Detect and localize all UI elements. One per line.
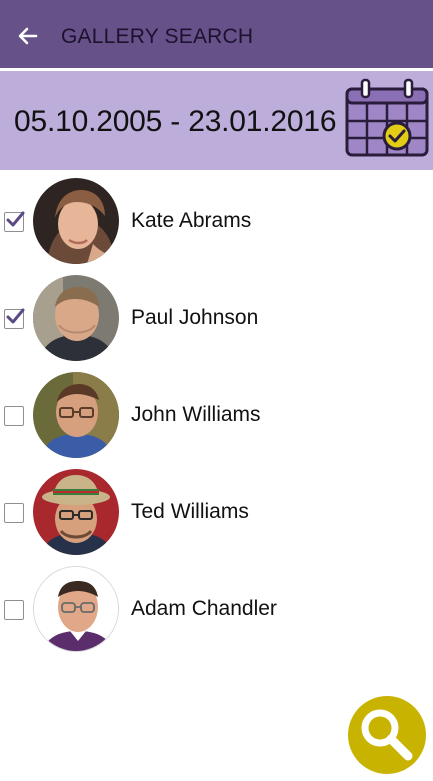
person-name[interactable]: Ted Williams (131, 500, 249, 524)
checkbox-unchecked[interactable] (4, 406, 24, 426)
page-title: GALLERY SEARCH (61, 25, 254, 48)
calendar-icon[interactable] (344, 77, 430, 159)
checkbox-checked[interactable] (4, 211, 25, 232)
avatar[interactable] (33, 566, 119, 652)
checkbox-unchecked[interactable] (4, 503, 24, 523)
avatar[interactable] (33, 372, 119, 458)
person-name[interactable]: John Williams (131, 403, 261, 427)
back-arrow-icon[interactable] (16, 24, 40, 48)
list-item[interactable]: Paul Johnson (0, 269, 433, 366)
checkbox-checked[interactable] (4, 308, 25, 329)
people-list: Kate Abrams Paul Johnson John Williams T… (0, 172, 433, 657)
list-item[interactable]: Adam Chandler (0, 560, 433, 657)
avatar[interactable] (33, 178, 119, 264)
date-range-bar: 05.10.2005 - 23.01.2016 (0, 71, 433, 170)
magnifier-icon (361, 709, 413, 761)
date-range-text[interactable]: 05.10.2005 - 23.01.2016 (14, 105, 337, 139)
list-item[interactable]: John Williams (0, 366, 433, 463)
person-name[interactable]: Paul Johnson (131, 306, 258, 330)
app-bar: GALLERY SEARCH (0, 0, 433, 68)
person-name[interactable]: Kate Abrams (131, 209, 251, 233)
search-button[interactable] (348, 696, 426, 774)
person-name[interactable]: Adam Chandler (131, 597, 277, 621)
avatar[interactable] (33, 275, 119, 361)
checkbox-unchecked[interactable] (4, 600, 24, 620)
list-item[interactable]: Ted Williams (0, 463, 433, 560)
list-item[interactable]: Kate Abrams (0, 172, 433, 269)
avatar[interactable] (33, 469, 119, 555)
